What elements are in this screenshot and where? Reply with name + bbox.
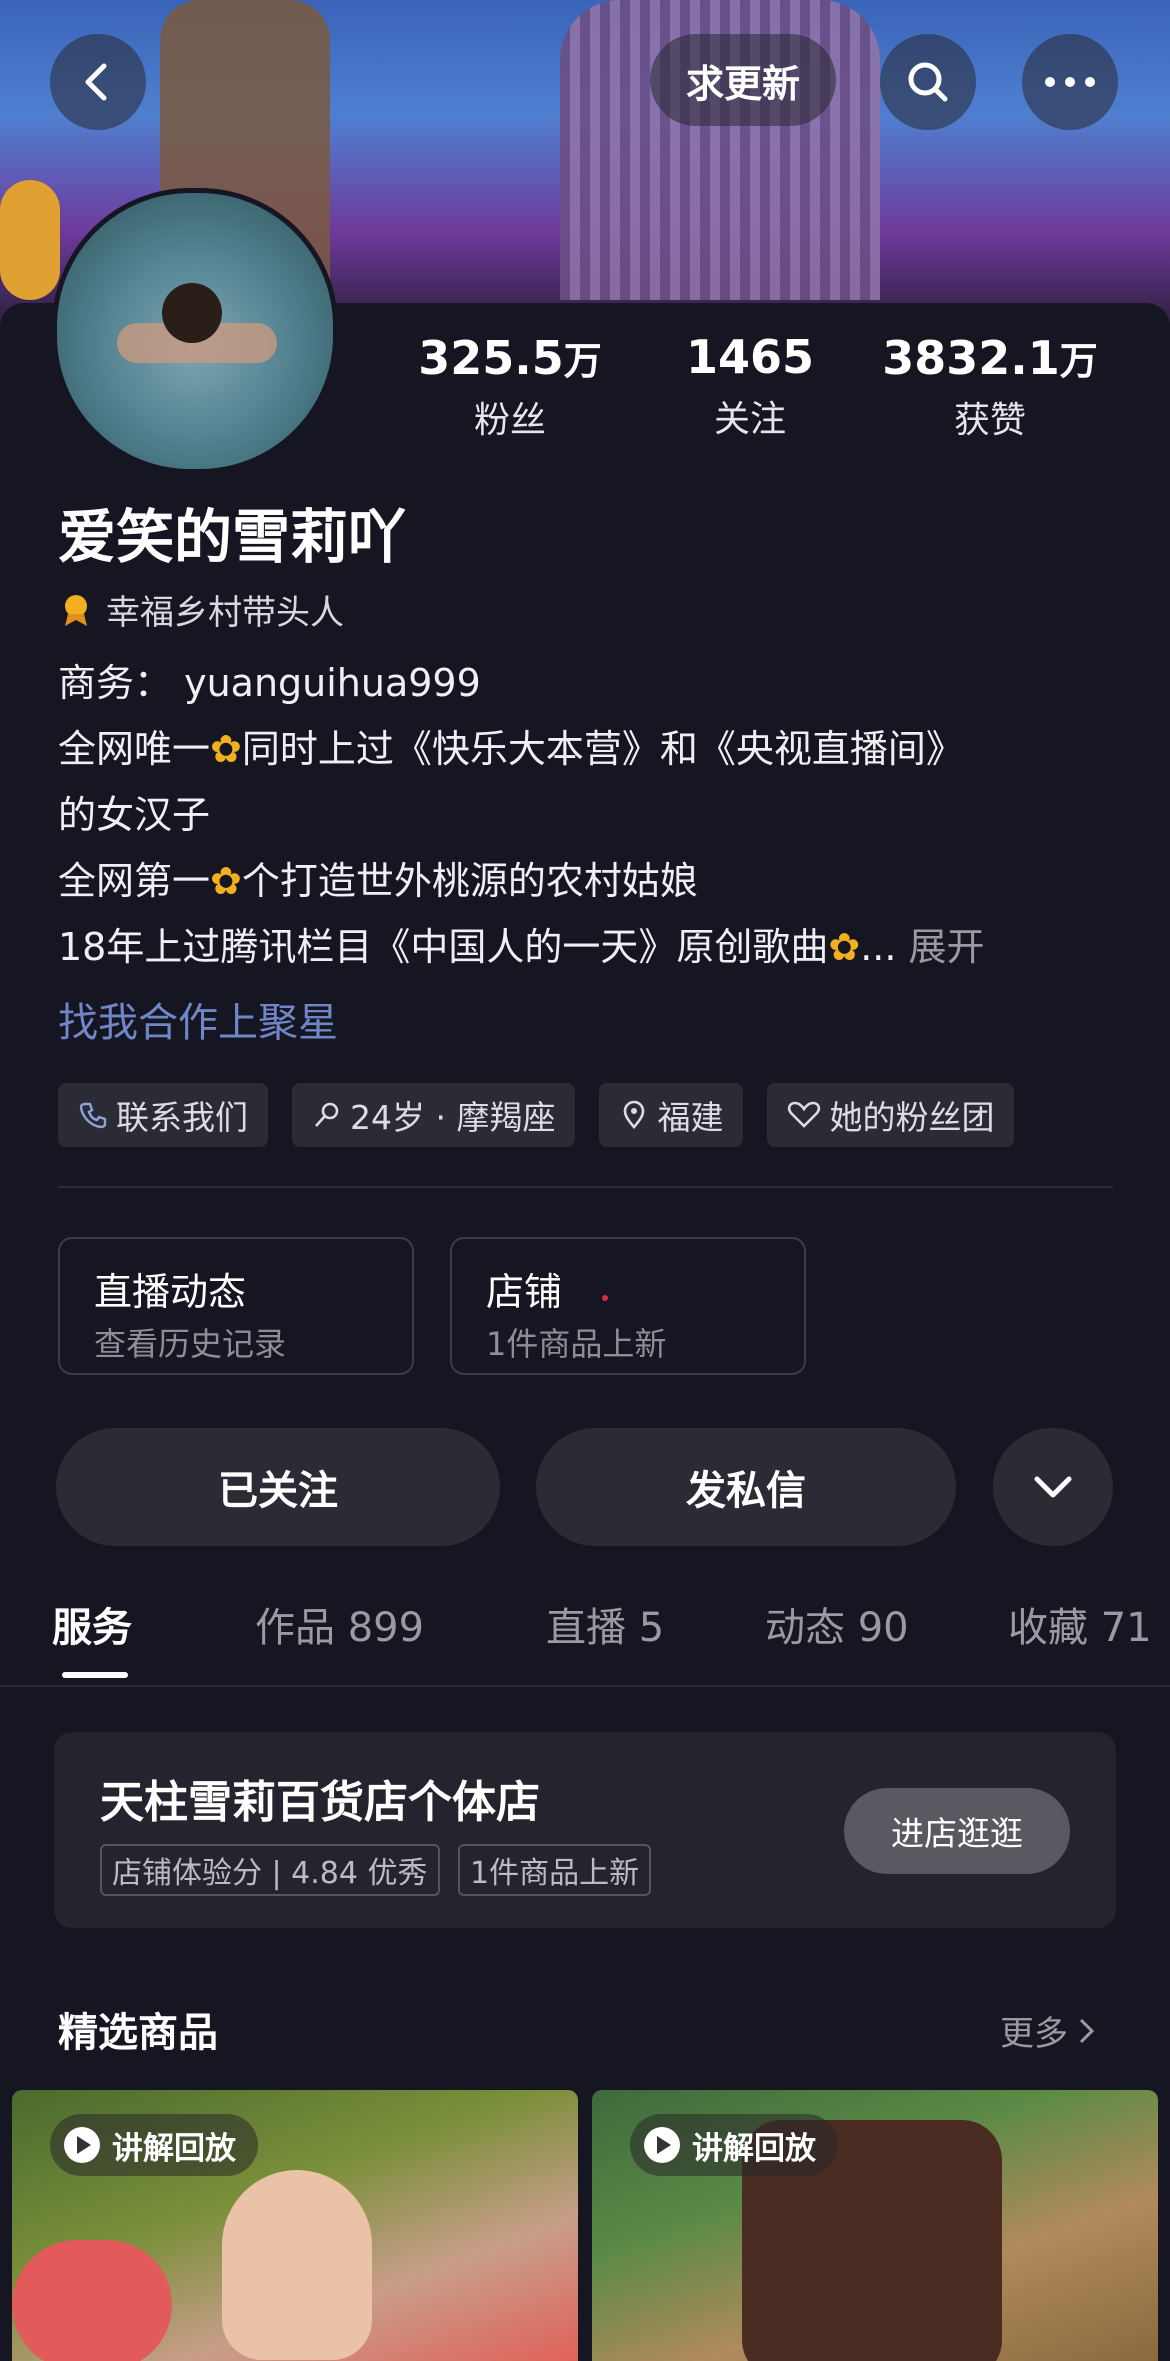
card-title: 店铺 <box>486 1270 563 1314</box>
card-subtitle: 1件商品上新 <box>486 1325 667 1363</box>
divider <box>58 1186 1113 1188</box>
message-button[interactable]: 发私信 <box>536 1428 956 1546</box>
location-pin-icon <box>624 1100 645 1129</box>
tab-divider <box>0 1685 1170 1687</box>
card-subtitle: 查看历史记录 <box>94 1325 287 1363</box>
stat-label: 粉丝 <box>473 400 546 441</box>
replay-label: 讲解回放 <box>112 2130 236 2167</box>
more-dots-icon <box>1045 77 1095 87</box>
stat-label: 关注 <box>713 399 786 440</box>
tag-fan-club[interactable]: 她的粉丝团 <box>767 1083 1015 1147</box>
bio-line: 全网第一✿个打造世外桃源的农村姑娘 <box>58 848 1118 914</box>
chevron-down-icon <box>1034 1476 1072 1498</box>
expand-actions-button[interactable] <box>993 1428 1113 1546</box>
bio-text: 同时上过《快乐大本营》和《央视直播间》 <box>241 727 964 771</box>
profile-tabs: 服务 作品 899 直播 5 动态 90 收藏 71 <box>0 1595 1170 1685</box>
bio-ellipsis: ... <box>860 925 897 969</box>
store-new-chip: 1件商品上新 <box>458 1844 652 1896</box>
replay-label: 讲解回放 <box>692 2130 816 2167</box>
tag-location[interactable]: 福建 <box>599 1083 744 1147</box>
product-card[interactable]: 讲解回放 <box>592 2090 1158 2361</box>
tab-moments[interactable]: 动态 90 <box>765 1595 909 1653</box>
stat-value: 3832.1 <box>882 331 1060 385</box>
stat-number: 1465 <box>640 330 860 384</box>
more-options-button[interactable] <box>1022 34 1118 130</box>
tag-contact[interactable]: 联系我们 <box>58 1083 268 1147</box>
tab-favorites[interactable]: 收藏 71 <box>1008 1595 1152 1653</box>
stat-number: 3832.1万 <box>880 330 1100 385</box>
play-icon <box>644 2127 680 2163</box>
back-arrow-icon <box>85 63 107 101</box>
honor-label: 幸福乡村带头人 <box>106 593 344 633</box>
sunflower-icon: ✿ <box>210 859 242 903</box>
live-history-card[interactable]: 直播动态 查看历史记录 <box>58 1237 414 1375</box>
stat-unit: 万 <box>1059 339 1098 383</box>
tab-works[interactable]: 作品 899 <box>255 1595 424 1653</box>
back-button[interactable] <box>50 34 146 130</box>
bio-line: 全网唯一✿同时上过《快乐大本营》和《央视直播间》 <box>58 716 1118 782</box>
update-request-button[interactable]: 求更新 <box>650 34 836 126</box>
store-name: 天柱雪莉百货店个体店 <box>100 1777 540 1828</box>
sunflower-icon: ✿ <box>210 727 242 771</box>
enter-store-button[interactable]: 进店逛逛 <box>844 1788 1070 1874</box>
bio-text: 全网唯一 <box>58 727 211 771</box>
tab-live[interactable]: 直播 5 <box>546 1595 664 1653</box>
tab-service[interactable]: 服务 <box>52 1595 132 1653</box>
tag-label: 24岁 · 摩羯座 <box>350 1098 556 1137</box>
tag-label: 福建 <box>657 1098 724 1137</box>
profile-name: 爱笑的雪莉吖 <box>58 503 407 571</box>
stat-following[interactable]: 1465 关注 <box>640 330 860 442</box>
followed-button[interactable]: 已关注 <box>56 1428 500 1546</box>
top-bar: 求更新 <box>0 32 1170 132</box>
sunflower-icon: ✿ <box>828 925 861 969</box>
play-icon <box>64 2127 100 2163</box>
chevron-right-icon <box>1079 2018 1095 2043</box>
new-dot <box>602 1295 608 1301</box>
card-title: 直播动态 <box>94 1270 247 1314</box>
bio-expand-link[interactable]: 展开 <box>909 925 985 969</box>
store-score-chip: 店铺体验分 | 4.84 优秀 <box>100 1844 440 1896</box>
active-tab-indicator <box>62 1672 128 1678</box>
stat-likes[interactable]: 3832.1万 获赞 <box>880 330 1100 443</box>
bio-text: 全网第一 <box>58 859 211 903</box>
store-card[interactable]: 天柱雪莉百货店个体店 店铺体验分 | 4.84 优秀 1件商品上新 进店逛逛 <box>54 1732 1116 1928</box>
male-female-icon <box>315 1102 339 1127</box>
replay-badge: 讲解回放 <box>50 2114 258 2176</box>
stat-followers[interactable]: 325.5万 粉丝 <box>400 330 620 443</box>
heart-icon <box>788 1101 821 1128</box>
stat-value: 325.5 <box>418 331 564 385</box>
cover-prop <box>0 180 60 300</box>
avatar[interactable] <box>52 188 338 474</box>
stat-number: 325.5万 <box>400 330 620 385</box>
more-link[interactable]: 更多 <box>1000 2006 1096 2055</box>
product-card[interactable]: 讲解回放 <box>12 2090 578 2361</box>
tag-label: 她的粉丝团 <box>829 1098 995 1137</box>
stat-label: 获赞 <box>953 400 1026 441</box>
stat-value: 1465 <box>685 330 815 384</box>
featured-products-title: 精选商品 <box>58 2010 218 2056</box>
tag-label: 联系我们 <box>116 1098 248 1137</box>
profile-tags: 联系我们 24岁 · 摩羯座 福建 她的粉丝团 <box>58 1083 1015 1147</box>
shop-card[interactable]: 店铺 1件商品上新 <box>450 1237 806 1375</box>
medal-icon <box>65 594 87 626</box>
bio-text: 个打造世外桃源的农村姑娘 <box>241 859 698 903</box>
profile-bio: 商务： yuanguihua999 全网唯一✿同时上过《快乐大本营》和《央视直播… <box>58 650 1118 980</box>
honor-badge[interactable]: 幸福乡村带头人 <box>58 585 344 634</box>
search-icon <box>908 62 948 102</box>
bio-text: 18年上过腾讯栏目《中国人的一天》原创歌曲 <box>58 925 829 969</box>
stat-unit: 万 <box>563 339 602 383</box>
bio-line: 18年上过腾讯栏目《中国人的一天》原创歌曲✿... 展开 <box>58 914 1118 980</box>
bio-line: 的女汉子 <box>58 793 211 837</box>
search-button[interactable] <box>880 34 976 130</box>
tag-age-sign[interactable]: 24岁 · 摩羯座 <box>292 1083 576 1147</box>
bio-line: 商务： yuanguihua999 <box>58 661 481 705</box>
replay-badge: 讲解回放 <box>630 2114 838 2176</box>
phone-icon <box>79 1102 107 1129</box>
cooperation-link[interactable]: 找我合作上聚星 <box>58 990 338 1048</box>
product-image-subject <box>222 2170 372 2360</box>
product-image-fruit <box>12 2240 172 2361</box>
more-label: 更多 <box>1000 2014 1068 2054</box>
avatar-detail-head <box>162 283 222 343</box>
